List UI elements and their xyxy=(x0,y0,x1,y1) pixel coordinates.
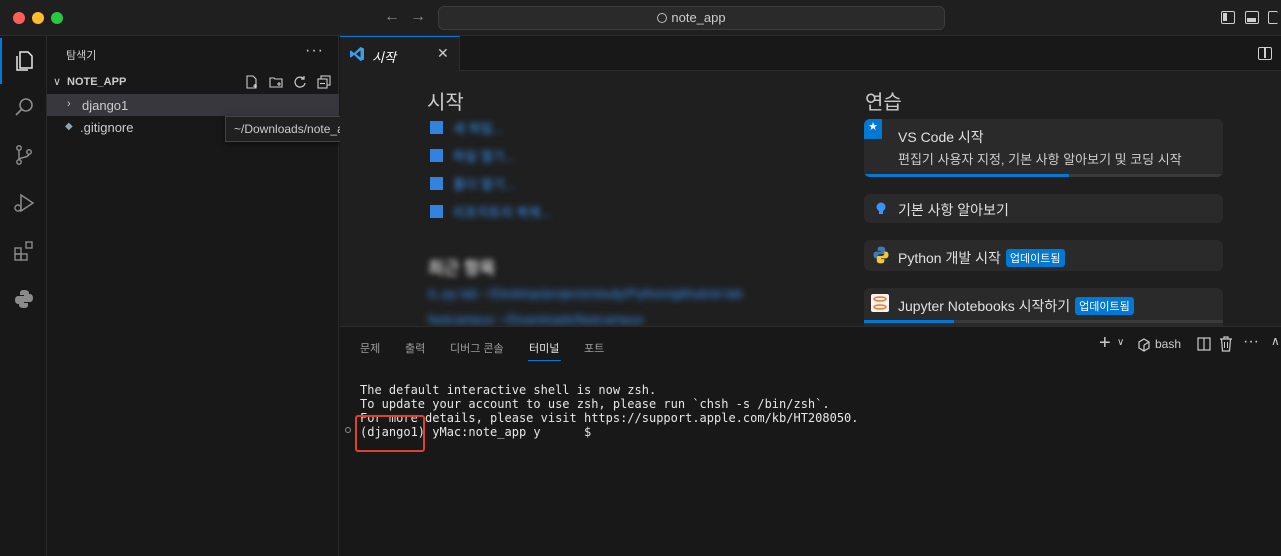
editor-tab-bar: 시작 ✕ xyxy=(340,36,1281,71)
venv-highlight-annotation xyxy=(355,415,425,452)
activity-bar xyxy=(0,36,47,556)
walkthrough-title: Python 개발 시작 업데이트됨 xyxy=(898,248,1065,268)
tree-item-label: django1 xyxy=(82,98,129,113)
close-icon[interactable]: ✕ xyxy=(437,45,449,62)
tab-welcome[interactable]: 시작 ✕ xyxy=(340,36,460,71)
source-control-icon[interactable] xyxy=(0,132,47,178)
forward-arrow-icon[interactable]: → xyxy=(410,8,426,26)
walkthrough-title: 기본 사항 알아보기 xyxy=(898,202,1009,218)
vscode-logo-icon xyxy=(349,46,365,65)
tab-debug-console[interactable]: 디버그 콘솔 xyxy=(450,340,504,356)
toggle-secondary-sidebar-icon[interactable] xyxy=(1268,11,1278,24)
extensions-icon[interactable] xyxy=(0,228,47,274)
chevron-down-icon[interactable]: ∨ xyxy=(1117,337,1124,348)
search-text: note_app xyxy=(671,10,726,25)
open-folder-icon xyxy=(430,176,443,190)
toggle-panel-icon[interactable] xyxy=(1245,11,1259,24)
start-heading: 시작 xyxy=(427,92,464,114)
recent-heading: 최근 항목 xyxy=(428,259,496,278)
python-icon[interactable] xyxy=(0,276,47,322)
tree-item-label: .gitignore xyxy=(80,120,134,135)
walkthrough-progress xyxy=(864,174,1223,177)
run-debug-icon[interactable] xyxy=(0,180,47,226)
terminal-line: The default interactive shell is now zsh… xyxy=(360,383,657,397)
open-file-icon xyxy=(430,148,443,162)
workspace-root[interactable]: ∨ NOTE_APP xyxy=(47,72,339,94)
python-logo-icon xyxy=(871,245,891,268)
gitignore-file-icon: ◆ xyxy=(65,121,73,132)
explorer-title: 탐색기 xyxy=(66,50,97,62)
walkthrough-jupyter[interactable]: Jupyter Notebooks 시작하기 업데이트됨 xyxy=(864,288,1223,326)
walkthrough-heading: 연습 xyxy=(865,92,902,114)
chevron-up-icon[interactable]: ∧ xyxy=(1271,334,1280,348)
tab-problems[interactable]: 문제 xyxy=(360,340,380,356)
new-file-icon xyxy=(430,120,443,134)
walkthrough-progress xyxy=(864,320,1223,323)
start-item-new-file[interactable]: 새 파일... xyxy=(430,118,503,136)
terminal-output[interactable]: The default interactive shell is now zsh… xyxy=(360,383,859,439)
walkthrough-fundamentals[interactable]: 기본 사항 알아보기 xyxy=(864,194,1223,223)
start-item-open-file[interactable]: 파일 열기... xyxy=(430,146,515,164)
jupyter-logo-icon xyxy=(871,294,889,312)
terminal-line: To update your account to use zsh, pleas… xyxy=(360,397,830,411)
chevron-down-icon: ∨ xyxy=(53,76,62,88)
lightbulb-icon xyxy=(874,201,888,220)
start-item-open-folder[interactable]: 폴더 열기... xyxy=(430,174,515,192)
terminal-profile-icon xyxy=(1138,338,1150,355)
updated-badge: 업데이트됨 xyxy=(1005,249,1065,267)
active-tab-indicator xyxy=(528,360,561,361)
command-decoration-icon xyxy=(345,427,351,433)
more-actions-icon[interactable]: ··· xyxy=(1243,333,1259,351)
terminal-shell-label[interactable]: bash xyxy=(1155,337,1181,351)
recent-item[interactable]: IL-py lab ~/Desktop/projects/study/Pytho… xyxy=(428,286,743,301)
workspace-root-label: NOTE_APP xyxy=(67,76,127,88)
explorer-sidebar: 탐색기 ··· ∨ NOTE_APP › django1 ◆ .gitignor… xyxy=(47,36,339,556)
trash-icon[interactable] xyxy=(1219,336,1233,355)
chevron-right-icon: › xyxy=(67,98,71,110)
command-center-search[interactable]: note_app xyxy=(438,6,945,30)
walkthrough-desc: 편집기 사용자 지정, 기본 사항 알아보기 및 코딩 시작 xyxy=(898,152,1182,167)
bottom-panel: 문제 출력 디버그 콘솔 터미널 포트 + ∨ bash ··· ∧ The d… xyxy=(340,326,1281,556)
start-item-clone-repo[interactable]: 리포지토리 복제... xyxy=(430,202,551,220)
maximize-window-button[interactable] xyxy=(51,12,63,24)
search-icon xyxy=(657,13,668,23)
new-folder-icon[interactable] xyxy=(267,73,285,91)
walkthrough-python[interactable]: Python 개발 시작 업데이트됨 xyxy=(864,240,1223,271)
collapse-all-icon[interactable] xyxy=(315,73,333,91)
explorer-icon[interactable] xyxy=(0,38,47,84)
search-view-icon[interactable] xyxy=(0,84,47,130)
title-bar: ← → note_app xyxy=(0,0,1281,36)
terminal-line: For more details, please visit https://s… xyxy=(360,411,859,425)
new-file-icon[interactable] xyxy=(243,73,261,91)
clone-repo-icon xyxy=(430,204,443,218)
toggle-primary-sidebar-icon[interactable] xyxy=(1221,11,1235,24)
tab-label: 시작 xyxy=(372,50,396,65)
tree-item-django1[interactable]: › django1 xyxy=(47,94,339,116)
close-window-button[interactable] xyxy=(13,12,25,24)
welcome-page: 시작 새 파일... 파일 열기... 폴더 열기... 리포지토리 복제...… xyxy=(340,71,1281,326)
terminal-prompt-line: (django1) yMac:note_app y $ xyxy=(360,425,592,439)
tab-terminal[interactable]: 터미널 xyxy=(529,340,559,356)
star-icon: ★ xyxy=(864,119,882,139)
split-editor-icon[interactable] xyxy=(1258,47,1272,60)
split-terminal-icon[interactable] xyxy=(1197,337,1211,354)
walkthrough-vscode[interactable]: ★ VS Code 시작 편집기 사용자 지정, 기본 사항 알아보기 및 코딩… xyxy=(864,119,1223,177)
recent-item[interactable]: fastcampus ~/Downloads/fastcampus xyxy=(428,312,644,326)
minimize-window-button[interactable] xyxy=(32,12,44,24)
updated-badge: 업데이트됨 xyxy=(1075,297,1134,315)
more-actions-icon[interactable]: ··· xyxy=(305,42,324,60)
back-arrow-icon[interactable]: ← xyxy=(384,8,400,26)
refresh-icon[interactable] xyxy=(291,73,309,91)
walkthrough-title: VS Code 시작 xyxy=(898,129,984,145)
tab-output[interactable]: 출력 xyxy=(405,340,425,356)
walkthrough-title: Jupyter Notebooks 시작하기 업데이트됨 xyxy=(898,296,1134,316)
tab-ports[interactable]: 포트 xyxy=(584,340,604,356)
new-terminal-icon[interactable]: + xyxy=(1099,332,1111,355)
